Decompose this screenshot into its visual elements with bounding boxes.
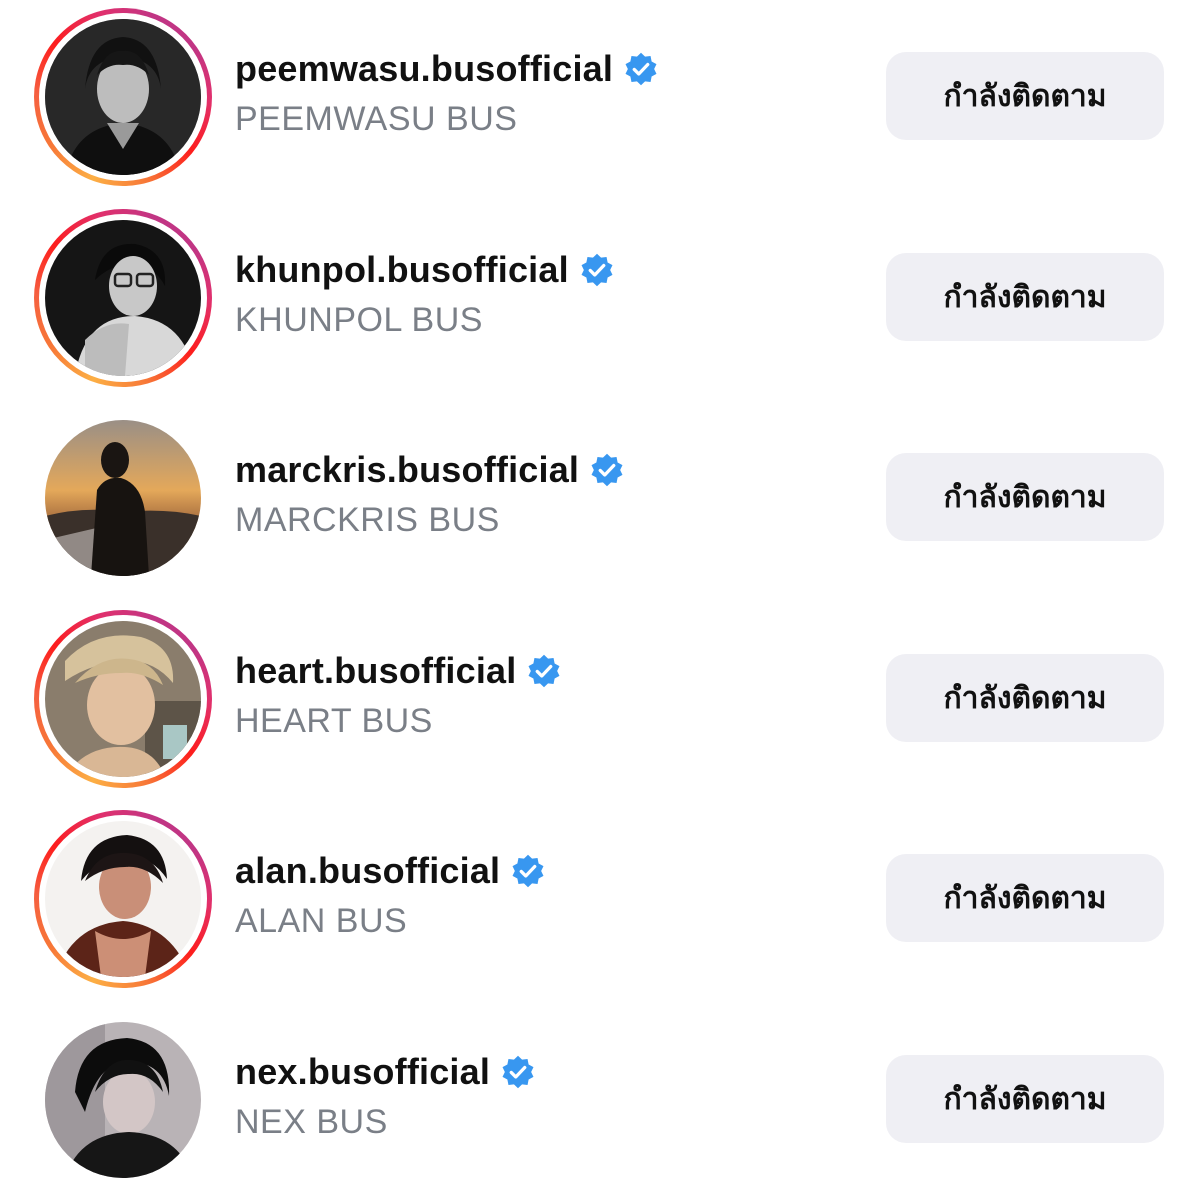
list-item[interactable]: marckris.busofficial MARCKRIS BUS กำลังต… [0,401,1198,601]
username-line: heart.busofficial [235,650,562,692]
list-item[interactable]: nex.busofficial NEX BUS กำลังติดตาม [0,1003,1198,1203]
following-button[interactable]: กำลังติดตาม [886,453,1164,541]
full-name: HEART BUS [235,702,433,740]
username[interactable]: alan.busofficial [235,850,500,892]
username-line: alan.busofficial [235,850,546,892]
avatar[interactable] [45,821,201,977]
username[interactable]: nex.busofficial [235,1051,490,1093]
verified-badge-icon [591,453,623,487]
username[interactable]: peemwasu.busofficial [235,48,613,90]
full-name: MARCKRIS BUS [235,501,500,539]
list-item[interactable]: peemwasu.busofficial PEEMWASU BUS กำลังต… [0,0,1198,200]
following-list: peemwasu.busofficial PEEMWASU BUS กำลังต… [0,0,1198,1200]
list-item[interactable]: alan.busofficial ALAN BUS กำลังติดตาม [0,802,1198,1002]
list-item[interactable]: heart.busofficial HEART BUS กำลังติดตาม [0,602,1198,802]
story-ring[interactable] [34,810,212,988]
following-button[interactable]: กำลังติดตาม [886,52,1164,140]
full-name: KHUNPOL BUS [235,301,483,339]
following-button[interactable]: กำลังติดตาม [886,654,1164,742]
avatar-frame [34,409,212,587]
username-line: marckris.busofficial [235,449,625,491]
full-name: ALAN BUS [235,902,408,940]
verified-badge-icon [528,654,560,688]
story-ring[interactable] [34,8,212,186]
avatar-frame [34,1011,212,1189]
story-ring[interactable] [34,610,212,788]
following-button[interactable]: กำลังติดตาม [886,253,1164,341]
following-button[interactable]: กำลังติดตาม [886,854,1164,942]
verified-badge-icon [512,854,544,888]
avatar[interactable] [45,220,201,376]
avatar[interactable] [45,19,201,175]
verified-badge-icon [502,1055,534,1089]
following-button[interactable]: กำลังติดตาม [886,1055,1164,1143]
list-item[interactable]: khunpol.busofficial KHUNPOL BUS กำลังติด… [0,201,1198,401]
username[interactable]: marckris.busofficial [235,449,579,491]
verified-badge-icon [625,52,657,86]
avatar[interactable] [45,621,201,777]
username-line: peemwasu.busofficial [235,48,659,90]
verified-badge-icon [581,253,613,287]
username-line: nex.busofficial [235,1051,536,1093]
full-name: NEX BUS [235,1103,388,1141]
avatar[interactable] [45,420,201,576]
username[interactable]: heart.busofficial [235,650,516,692]
username-line: khunpol.busofficial [235,249,615,291]
avatar[interactable] [45,1022,201,1178]
full-name: PEEMWASU BUS [235,100,518,138]
story-ring[interactable] [34,209,212,387]
username[interactable]: khunpol.busofficial [235,249,569,291]
